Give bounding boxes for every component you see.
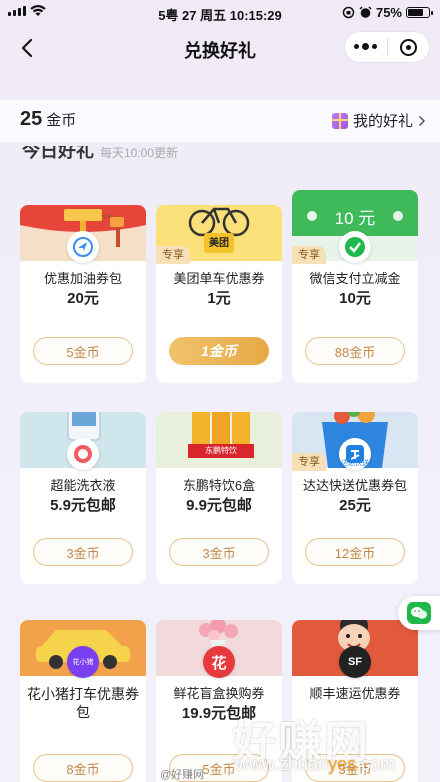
gift-price: 5.9元包邮	[50, 497, 116, 514]
redeem-button[interactable]: 88金币	[305, 337, 405, 365]
section-header: 今日好礼 每天10:00更新	[22, 146, 178, 160]
gift-price: 25元	[339, 497, 371, 514]
coin-amount: 25	[20, 108, 43, 130]
nav-bar: 兑换好礼	[0, 26, 440, 70]
my-gifts-link[interactable]: 我的好礼	[331, 110, 426, 131]
dongpeng-logo: 东鹏特饮	[205, 446, 237, 455]
battery-icon	[406, 7, 433, 18]
sf-express-icon: SF	[339, 646, 371, 678]
more-icon[interactable]	[345, 43, 387, 50]
detergent-icon	[67, 438, 99, 470]
orientation-lock-icon	[342, 6, 355, 19]
gift-price: 10元	[339, 290, 371, 307]
wx-amount-art: 10 元	[334, 209, 376, 228]
gift-name: 顺丰速运优惠券	[309, 686, 401, 701]
sf-logo: SF	[347, 656, 363, 668]
exclusive-tag: 专享	[292, 453, 326, 471]
gift-card[interactable]: 花小猪 花小猪打车优惠券包 8金币	[20, 620, 146, 782]
gift-price: 9.9元包邮	[186, 497, 252, 514]
redeem-button[interactable]: 8金币	[33, 754, 133, 782]
battery-percent: 75%	[375, 5, 402, 20]
coin-balance: 25 金币	[20, 108, 76, 131]
redeem-button[interactable]: 3金币	[169, 538, 269, 566]
fuel-coupon-icon	[67, 231, 99, 263]
alarm-icon	[359, 6, 372, 18]
gift-card[interactable]: 优惠加油券包 20元 5金币	[20, 205, 146, 383]
dada-logo-text: 达达快送	[341, 460, 369, 467]
gift-card[interactable]: 超能洗衣液 5.9元包邮 3金币	[20, 412, 146, 584]
wechat-icon	[407, 602, 431, 624]
redeem-button[interactable]: 1金币	[169, 337, 269, 365]
gift-name: 超能洗衣液	[50, 478, 116, 493]
gift-name: 东鹏特饮6盒	[182, 478, 256, 493]
gift-price: 1元	[207, 290, 231, 307]
status-bar: 5粤 27 周五 10:15:29 75%	[0, 0, 440, 26]
drink-banner	[156, 412, 282, 468]
gift-name: 优惠加油券包	[43, 271, 122, 286]
exclusive-tag: 专享	[156, 246, 190, 264]
chevron-right-icon	[418, 115, 426, 126]
gift-card[interactable]: 东鹏特饮 东鹏特饮6盒 9.9元包邮 3金币	[156, 412, 282, 584]
coin-unit: 金币	[46, 112, 77, 129]
gift-card[interactable]: 美团 专享 美团单车优惠券 1元 1金币	[156, 205, 282, 383]
redeem-button[interactable]: 12金币	[305, 538, 405, 566]
flower-logo: 花	[211, 654, 227, 672]
gift-name: 花小猪打车优惠券包	[27, 686, 139, 720]
wechat-share-button[interactable]	[398, 596, 440, 630]
gift-name: 美团单车优惠券	[173, 271, 265, 286]
section-title: 今日好礼	[22, 146, 94, 160]
huaxiaozhu-icon: 花小猪	[67, 646, 99, 678]
gift-name: 达达快送优惠券包	[302, 478, 407, 493]
gift-card[interactable]: 达达快送 专享 达达快送优惠券包 25元 12金币	[292, 412, 418, 584]
gift-name: 微信支付立减金	[309, 271, 401, 286]
close-miniprogram-icon[interactable]	[388, 38, 430, 56]
flower-icon: 花	[203, 646, 235, 678]
gift-name: 鲜花盲盒换购券	[173, 686, 265, 701]
meituan-logo: 美团	[209, 238, 229, 249]
coin-balance-bar: 25 金币 我的好礼	[0, 100, 440, 142]
gift-icon	[331, 112, 348, 129]
gift-price: 20元	[67, 290, 99, 307]
redeem-button[interactable]: 5金币	[33, 337, 133, 365]
watermark-url: www.zhuanyes.com	[236, 754, 396, 774]
my-gifts-label: 我的好礼	[352, 113, 413, 130]
redeem-button[interactable]: 3金币	[33, 538, 133, 566]
huaxiaozhu-logo: 花小猪	[72, 659, 94, 666]
weibo-watermark: @好赚网	[160, 769, 205, 781]
wechat-pay-icon	[339, 231, 371, 263]
exclusive-tag: 专享	[292, 246, 326, 264]
gift-card[interactable]: 10 元 专享 微信支付立减金 10元 88金币	[292, 190, 418, 383]
section-subtitle: 每天10:00更新	[100, 146, 179, 160]
miniprogram-capsule	[344, 31, 430, 63]
